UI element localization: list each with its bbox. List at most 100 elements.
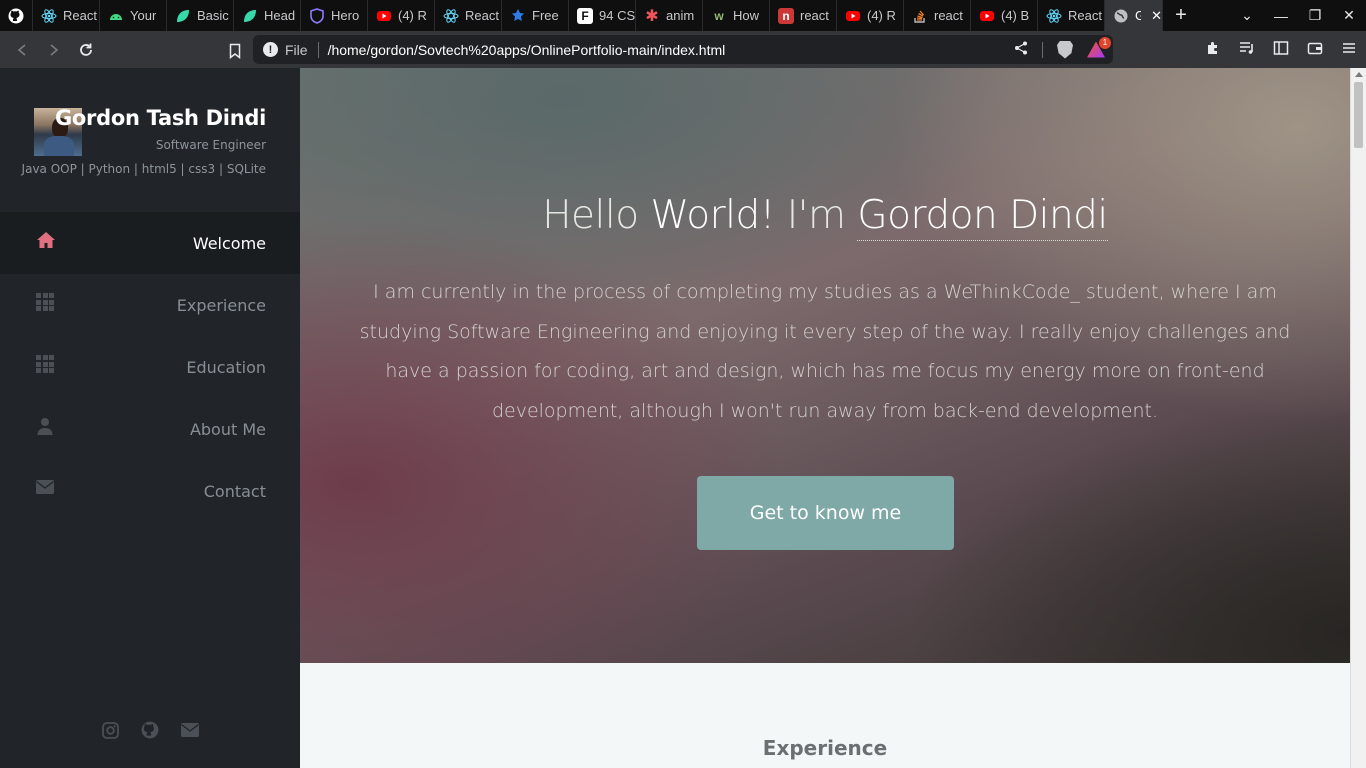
hero-description: I am currently in the process of complet… — [359, 281, 1291, 422]
hero-section: Hello World! I'm Gordon Dindi I am curre… — [300, 68, 1350, 663]
tab-android[interactable]: Your — [100, 0, 167, 31]
user-icon — [36, 417, 54, 435]
youtube-icon — [376, 8, 392, 24]
sidebar-item-about-me[interactable]: About Me — [0, 398, 300, 460]
tab-stackoverflow[interactable]: react — [904, 0, 971, 31]
tab-npm[interactable]: n react — [770, 0, 837, 31]
sidebar: Gordon Tash Dindi Software Engineer Java… — [0, 68, 300, 768]
close-window-icon[interactable]: ✕ — [1332, 7, 1366, 24]
youtube-icon — [979, 8, 995, 24]
grid-icon — [36, 355, 54, 373]
chevron-down-icon[interactable]: ⌄ — [1230, 7, 1264, 24]
sidebar-item-welcome[interactable]: Welcome — [0, 212, 300, 274]
avatar-body — [44, 136, 74, 156]
separator — [1042, 41, 1043, 58]
tab-title: Basic — [197, 8, 229, 23]
scroll-thumb[interactable] — [1354, 82, 1363, 148]
reload-button[interactable] — [70, 34, 102, 66]
profile-skills: Java OOP | Python | html5 | css3 | SQLit… — [21, 162, 266, 176]
tab-css[interactable]: F 94 CS — [569, 0, 636, 31]
maximize-icon[interactable]: ❐ — [1298, 7, 1332, 24]
browser-toolbar: ! File /home/gordon/Sovtech%20apps/Onlin… — [0, 31, 1366, 68]
envelope-icon — [36, 479, 54, 497]
sidebar-toggle-icon[interactable] — [1272, 40, 1290, 60]
wikihow-icon: w — [714, 8, 724, 23]
wallet-icon[interactable] — [1306, 40, 1324, 60]
hero-title: Hello World! I'm Gordon Dindi — [300, 193, 1350, 241]
react-icon — [1046, 8, 1062, 24]
tab-title: (4) B — [1001, 8, 1030, 23]
github-icon[interactable] — [140, 720, 160, 740]
sidebar-item-label: Welcome — [192, 234, 266, 253]
sidebar-item-education[interactable]: Education — [0, 336, 300, 398]
close-icon[interactable]: ✕ — [1151, 8, 1162, 24]
sidebar-nav: Welcome Experience Education About Me Co… — [0, 212, 300, 522]
tab-title: Head — [264, 8, 296, 23]
instagram-icon[interactable] — [100, 720, 120, 740]
section-title: Experience — [762, 736, 888, 760]
address-bar[interactable]: ! File /home/gordon/Sovtech%20apps/Onlin… — [253, 35, 1113, 64]
back-button[interactable] — [6, 34, 38, 66]
envelope-icon[interactable] — [180, 720, 200, 740]
tab-youtube-1[interactable]: (4) R — [368, 0, 435, 31]
page-scrollbar[interactable] — [1350, 68, 1366, 768]
home-icon — [36, 231, 55, 249]
tab-react-1[interactable]: React — [33, 0, 100, 31]
tab-title: React — [1068, 8, 1102, 23]
page-viewport: Gordon Tash Dindi Software Engineer Java… — [0, 68, 1366, 768]
tab-basic[interactable]: Basic — [167, 0, 234, 31]
url-scheme-label: File — [285, 41, 319, 58]
tab-title: Hero — [331, 8, 360, 23]
brave-rewards-icon[interactable]: 1 — [1087, 36, 1111, 58]
tab-how[interactable]: w How — [703, 0, 770, 31]
profile-name: Gordon Tash Dindi — [54, 106, 266, 130]
info-icon[interactable]: ! — [263, 42, 278, 57]
tab-title: 94 CS — [599, 8, 635, 23]
url-text[interactable]: /home/gordon/Sovtech%20apps/OnlinePortfo… — [328, 42, 726, 58]
scroll-up-arrow-icon[interactable] — [1355, 72, 1363, 77]
tab-title: React — [63, 8, 97, 23]
tab-head[interactable]: Head — [234, 0, 301, 31]
tab-title: Free — [532, 8, 559, 23]
tab-free[interactable]: Free — [502, 0, 569, 31]
arrow-right-icon — [50, 43, 59, 56]
browser-tab-strip: React Your Basic Head Hero (4) R React F… — [0, 0, 1366, 31]
shield-icon — [309, 7, 325, 24]
new-tab-button[interactable]: + — [1163, 0, 1199, 31]
react-icon — [41, 8, 57, 24]
tab-active-portfolio[interactable]: G ✕ — [1105, 0, 1163, 31]
tab-react-2[interactable]: React — [435, 0, 502, 31]
sidebar-item-label: Experience — [176, 296, 266, 315]
globe-icon — [1113, 8, 1129, 24]
grid-icon — [36, 293, 54, 311]
hero-title-name: Gordon Dindi — [857, 193, 1108, 241]
tab-anim[interactable]: ✱ anim — [636, 0, 703, 31]
minimize-icon[interactable]: — — [1264, 8, 1298, 24]
tab-title: anim — [666, 8, 695, 23]
toolbar-actions — [1204, 31, 1358, 68]
share-icon[interactable] — [1014, 41, 1028, 58]
menu-icon[interactable] — [1340, 41, 1358, 59]
asterisk-icon: ✱ — [645, 7, 659, 25]
sidebar-item-experience[interactable]: Experience — [0, 274, 300, 336]
bookmark-button[interactable] — [219, 35, 251, 67]
leaf-icon — [175, 8, 191, 24]
extensions-icon[interactable] — [1204, 40, 1222, 60]
tab-github[interactable] — [0, 0, 33, 31]
tab-hero[interactable]: Hero — [301, 0, 368, 31]
sidebar-item-contact[interactable]: Contact — [0, 460, 300, 522]
forward-button[interactable] — [38, 34, 70, 66]
tab-youtube-2[interactable]: (4) R — [837, 0, 904, 31]
tab-youtube-3[interactable]: (4) B — [971, 0, 1038, 31]
android-icon — [108, 8, 124, 24]
tab-title: Your — [130, 8, 157, 23]
youtube-icon — [845, 8, 861, 24]
tab-title: react — [934, 8, 963, 23]
brave-shield-icon[interactable] — [1057, 40, 1073, 59]
stackoverflow-icon — [912, 8, 928, 24]
tab-title: react — [800, 8, 829, 23]
get-to-know-me-button[interactable]: Get to know me — [697, 476, 954, 550]
hero-title-im: I'm — [786, 193, 846, 238]
tab-react-3[interactable]: React — [1038, 0, 1105, 31]
media-queue-icon[interactable] — [1238, 40, 1256, 60]
